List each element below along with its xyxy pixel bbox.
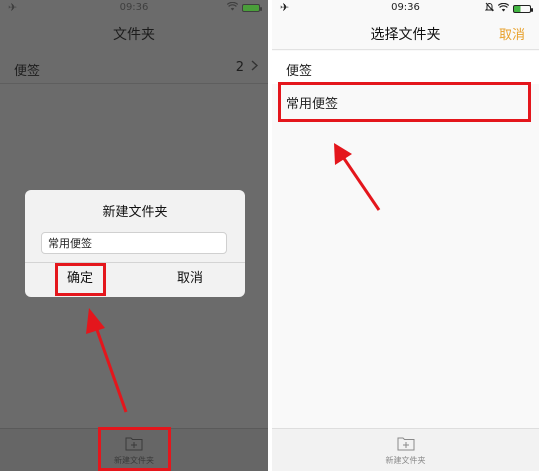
folder-row-notes[interactable]: 便签 2 — [0, 52, 268, 84]
highlight-confirm-button — [55, 263, 106, 296]
folder-row-notes[interactable]: 便签 — [272, 51, 539, 85]
page-title: 文件夹 — [113, 27, 155, 43]
folder-count: 2 — [235, 60, 244, 75]
nav-bar: 选择文件夹 取消 — [272, 16, 539, 50]
wifi-icon — [497, 2, 510, 15]
folder-label: 便签 — [286, 64, 313, 79]
left-phone-screen: ✈ 09:36 文件夹 便签 2 新建文件夹 确定 取消 新建文件夹 — [0, 0, 268, 471]
highlight-new-folder-row — [278, 82, 531, 122]
wifi-icon — [226, 1, 239, 14]
chevron-right-icon — [251, 60, 259, 74]
bottom-toolbar: 新建文件夹 — [272, 428, 539, 471]
status-bar: ✈ 09:36 — [272, 0, 539, 16]
cancel-button[interactable]: 取消 — [165, 263, 215, 297]
dialog-title: 新建文件夹 — [102, 205, 168, 220]
new-folder-label: 新建文件夹 — [385, 456, 426, 465]
right-phone-screen: ✈ 09:36 选择文件夹 取消 便签 常用便签 新建文件夹 — [272, 0, 539, 471]
battery-icon — [242, 4, 262, 12]
highlight-new-folder-button — [98, 427, 171, 471]
new-folder-button[interactable]: 新建文件夹 — [371, 435, 441, 466]
nav-bar: 文件夹 — [0, 16, 268, 50]
status-bar: ✈ 09:36 — [0, 0, 268, 16]
folder-label: 便签 — [14, 64, 41, 79]
folder-name-input[interactable] — [41, 232, 227, 254]
cancel-button[interactable]: 取消 — [499, 24, 525, 43]
folder-plus-icon — [397, 435, 415, 451]
mute-bell-icon — [484, 2, 495, 15]
battery-icon — [513, 4, 533, 13]
